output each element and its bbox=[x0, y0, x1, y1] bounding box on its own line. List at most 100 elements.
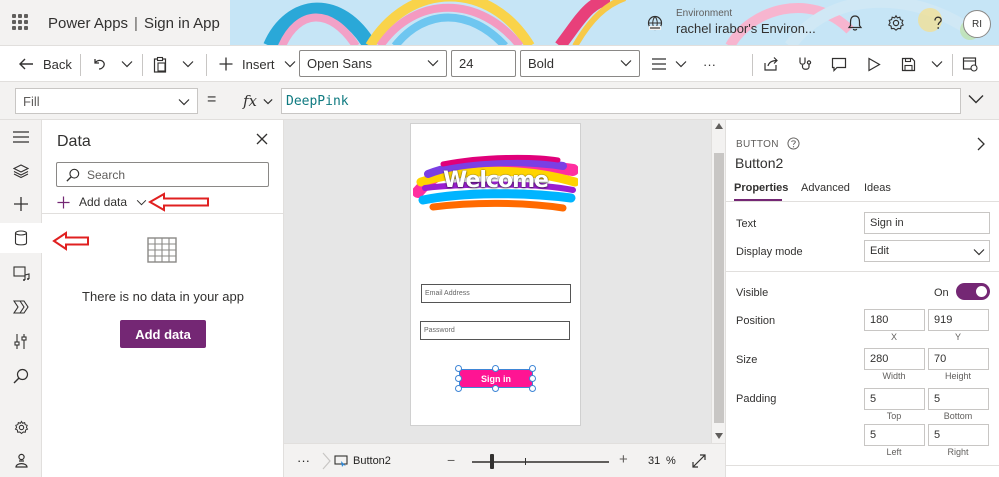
visible-toggle[interactable] bbox=[956, 283, 990, 300]
display-mode-select[interactable]: Edit bbox=[864, 240, 990, 262]
zoom-in-button[interactable]: + bbox=[619, 451, 628, 468]
fit-to-window-icon[interactable] bbox=[692, 454, 706, 468]
insert-rail-button[interactable] bbox=[0, 189, 42, 219]
control-type: BUTTON bbox=[736, 139, 779, 150]
chevron-down-icon bbox=[620, 60, 632, 67]
preview-button[interactable] bbox=[867, 46, 881, 82]
settings-rail-button[interactable] bbox=[0, 412, 42, 442]
text-property-input[interactable]: Sign in bbox=[864, 212, 990, 234]
padding-left-input[interactable]: 5 bbox=[864, 424, 925, 446]
zoom-out-button[interactable]: − bbox=[447, 452, 455, 468]
font-weight-value: Bold bbox=[528, 56, 555, 71]
control-name[interactable]: Button2 bbox=[735, 155, 783, 171]
padding-bottom-input[interactable]: 5 bbox=[928, 388, 989, 410]
virtual-agent-rail-button[interactable] bbox=[0, 445, 42, 475]
undo-button[interactable] bbox=[91, 46, 107, 82]
help-icon[interactable] bbox=[929, 14, 947, 32]
resize-handle[interactable] bbox=[529, 375, 536, 382]
align-button[interactable] bbox=[652, 46, 687, 82]
selected-control-name: Button2 bbox=[353, 455, 391, 467]
bell-icon[interactable] bbox=[846, 14, 864, 32]
resize-handle[interactable] bbox=[492, 385, 499, 392]
font-weight-select[interactable]: Bold bbox=[520, 50, 640, 77]
resize-handle[interactable] bbox=[455, 365, 462, 372]
advanced-tools-rail-button[interactable] bbox=[0, 326, 42, 356]
app-header: Power Apps | Sign in App Environment rache… bbox=[0, 0, 999, 46]
email-field[interactable]: Email Address bbox=[421, 284, 571, 303]
zoom-unit: % bbox=[666, 455, 676, 467]
resize-handle[interactable] bbox=[455, 385, 462, 392]
property-select[interactable]: Fill bbox=[15, 88, 198, 114]
app-checker-button[interactable] bbox=[797, 46, 813, 82]
footer-more-button[interactable]: ··· bbox=[297, 453, 310, 468]
expand-formula-icon[interactable] bbox=[968, 94, 984, 104]
selected-control-breadcrumb[interactable]: Button2 bbox=[334, 454, 391, 468]
width-input[interactable]: 280 bbox=[864, 348, 925, 370]
add-data-button[interactable]: Add data bbox=[120, 320, 206, 348]
display-mode-label: Display mode bbox=[736, 246, 803, 258]
more-commands-button[interactable]: ··· bbox=[703, 46, 716, 82]
padding-top-input[interactable]: 5 bbox=[864, 388, 925, 410]
share-button[interactable] bbox=[763, 46, 779, 82]
search-rail-button[interactable] bbox=[0, 361, 42, 391]
add-data-menu[interactable]: Add data bbox=[57, 193, 147, 211]
position-y-input[interactable]: 919 bbox=[928, 309, 989, 331]
clipboard-icon bbox=[153, 56, 167, 73]
app-screen[interactable]: Welcome Email Address Password Sign in bbox=[410, 123, 581, 426]
height-input[interactable]: 70 bbox=[928, 348, 989, 370]
paste-dropdown[interactable] bbox=[182, 46, 194, 82]
text-property-label: Text bbox=[736, 218, 757, 230]
resize-handle[interactable] bbox=[529, 365, 536, 372]
scroll-down-icon[interactable] bbox=[715, 433, 723, 439]
plus-icon bbox=[219, 57, 233, 71]
resize-handle[interactable] bbox=[492, 365, 499, 372]
chevron-right-icon[interactable] bbox=[977, 137, 985, 151]
back-button[interactable]: Back bbox=[18, 46, 72, 82]
padding-right-input[interactable]: 5 bbox=[928, 424, 989, 446]
tab-properties[interactable]: Properties bbox=[734, 182, 788, 194]
formula-input[interactable]: DeepPink bbox=[281, 88, 961, 114]
data-rail-button[interactable] bbox=[0, 223, 42, 253]
waffle-icon[interactable] bbox=[12, 14, 28, 30]
save-dropdown[interactable] bbox=[931, 46, 943, 82]
divider bbox=[752, 54, 753, 76]
undo-dropdown[interactable] bbox=[121, 46, 133, 82]
zoom-slider-thumb[interactable] bbox=[490, 454, 494, 469]
font-size-input[interactable]: 24 bbox=[451, 50, 516, 77]
scrollbar-thumb[interactable] bbox=[714, 153, 724, 423]
product-name[interactable]: Power Apps bbox=[48, 15, 128, 32]
tab-ideas[interactable]: Ideas bbox=[864, 182, 891, 194]
environment-name[interactable]: rachel irabor's Environ... bbox=[676, 21, 816, 36]
settings-icon[interactable] bbox=[887, 14, 905, 32]
comments-button[interactable] bbox=[831, 46, 847, 82]
data-search-input[interactable]: Search bbox=[56, 162, 269, 187]
avatar[interactable]: RI bbox=[963, 10, 991, 38]
resize-handle[interactable] bbox=[529, 385, 536, 392]
paste-button[interactable] bbox=[152, 46, 168, 82]
media-rail-button[interactable] bbox=[0, 258, 42, 288]
environment-icon[interactable] bbox=[646, 14, 664, 32]
stethoscope-icon bbox=[799, 57, 812, 70]
position-x-input[interactable]: 180 bbox=[864, 309, 925, 331]
search-icon bbox=[13, 368, 29, 384]
menu-button[interactable] bbox=[0, 122, 42, 152]
insert-button[interactable]: Insert bbox=[219, 46, 296, 82]
close-icon[interactable] bbox=[256, 133, 268, 145]
resize-handle[interactable] bbox=[455, 375, 462, 382]
power-automate-rail-button[interactable] bbox=[0, 292, 42, 322]
tab-advanced[interactable]: Advanced bbox=[801, 182, 850, 194]
tree-view-button[interactable] bbox=[0, 156, 42, 186]
publish-button[interactable] bbox=[962, 46, 978, 82]
password-field[interactable]: Password bbox=[420, 321, 570, 340]
canvas-scrollbar[interactable] bbox=[711, 120, 725, 443]
help-icon[interactable] bbox=[787, 137, 800, 150]
insert-label: Insert bbox=[242, 56, 275, 72]
function-button[interactable]: fx bbox=[229, 88, 281, 114]
save-button[interactable] bbox=[901, 46, 916, 82]
scroll-up-icon[interactable] bbox=[715, 123, 723, 129]
chevron-down-icon bbox=[427, 60, 439, 67]
command-bar: Back Insert Open Sans 24 Bold ··· bbox=[0, 46, 999, 82]
welcome-image[interactable]: Welcome bbox=[412, 152, 580, 217]
save-icon bbox=[901, 57, 916, 71]
font-family-select[interactable]: Open Sans bbox=[299, 50, 447, 77]
